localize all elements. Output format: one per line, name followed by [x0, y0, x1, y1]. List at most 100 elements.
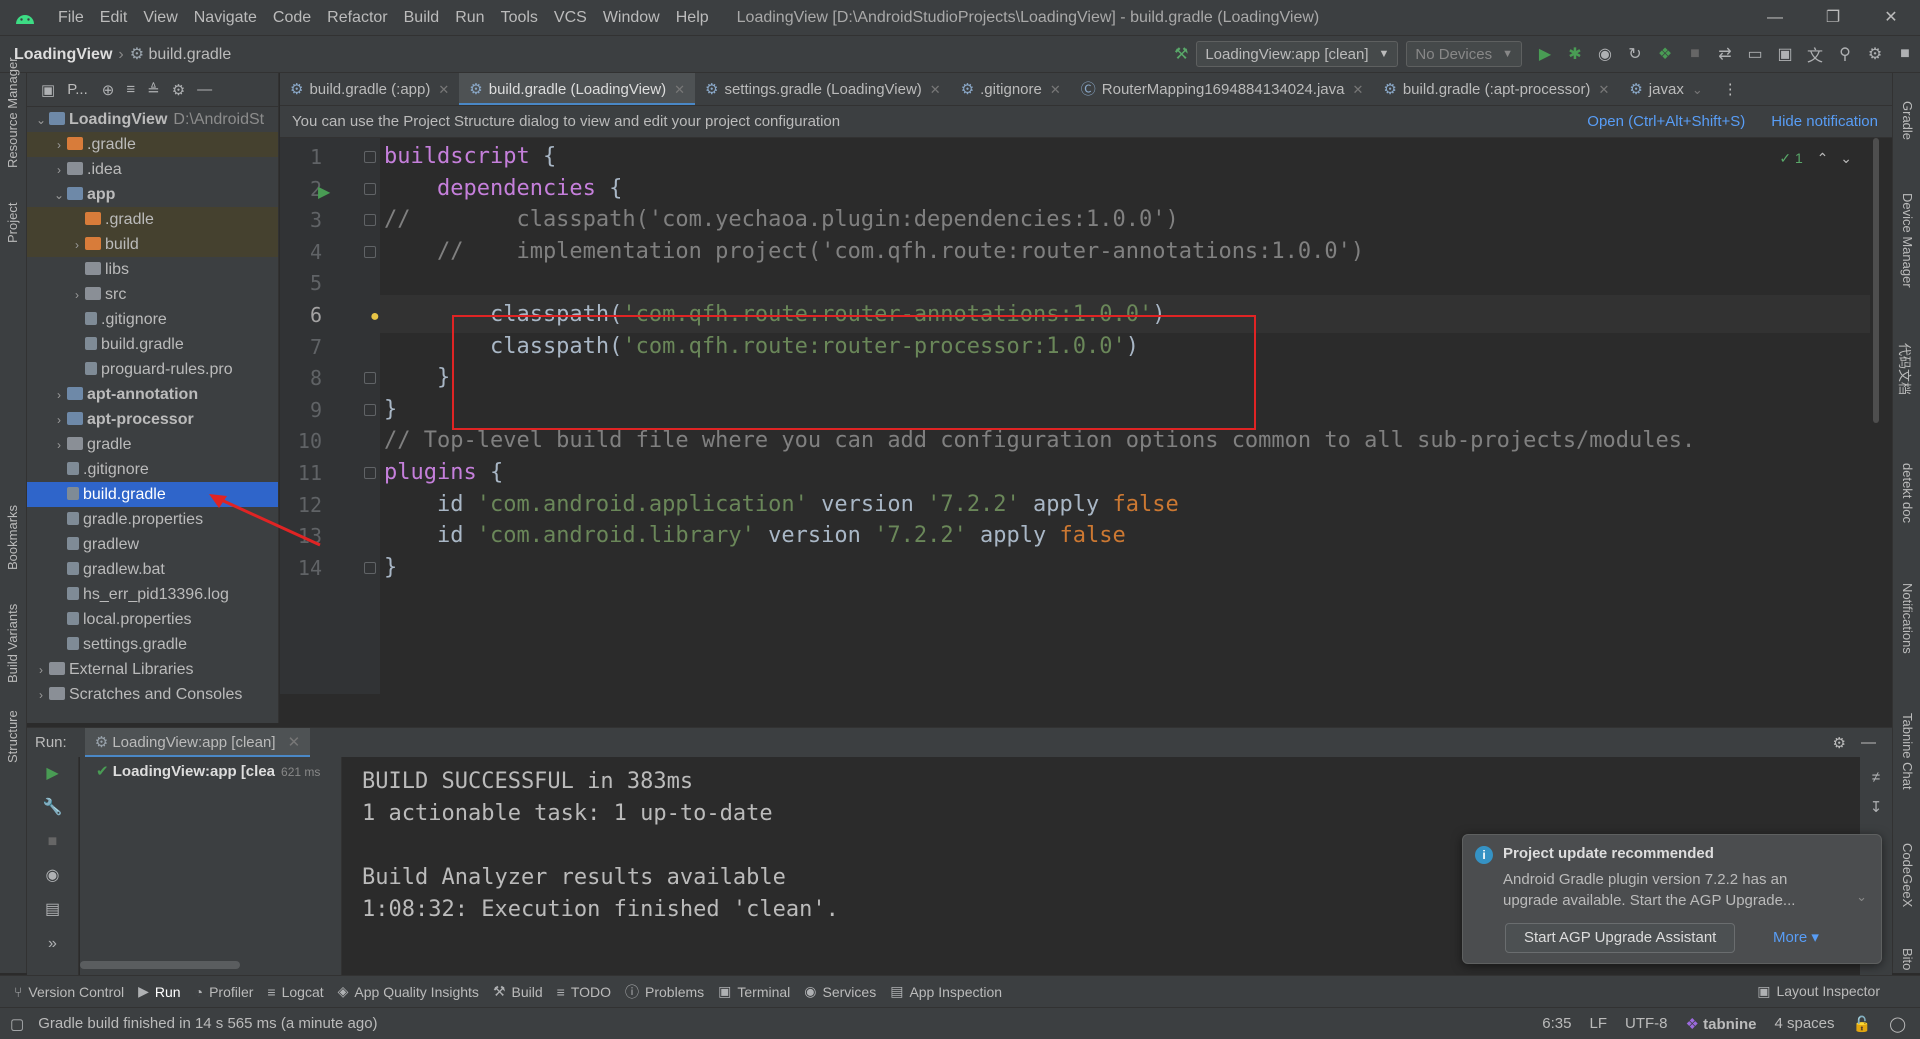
- sdk-manager-icon[interactable]: ▣: [1770, 44, 1800, 64]
- layout-icon[interactable]: ▤: [27, 893, 78, 927]
- chevron-down-icon[interactable]: ⌄: [1692, 82, 1703, 97]
- tool-todo-button[interactable]: ≡ TODO: [557, 982, 611, 1002]
- tool-build-button[interactable]: ⚒ Build: [493, 982, 543, 1002]
- tool-version-control-button[interactable]: ⑂ Version Control: [14, 982, 124, 1002]
- chevron-right-icon[interactable]: ›: [33, 658, 49, 683]
- editor-tab[interactable]: ⚙ build.gradle (:app) ✕: [280, 73, 459, 105]
- avatar[interactable]: ■: [1890, 45, 1920, 63]
- menu-navigate[interactable]: Navigate: [186, 0, 265, 35]
- run-config-select[interactable]: LoadingView:app [clean] ▼: [1196, 41, 1399, 67]
- translate-icon[interactable]: 文: [1800, 42, 1830, 66]
- chevron-right-icon[interactable]: ›: [33, 683, 49, 708]
- stripe-tabnine-chat[interactable]: Tabnine Chat: [1900, 713, 1915, 790]
- options-gear-icon[interactable]: ⚙: [172, 81, 185, 99]
- menu-tools[interactable]: Tools: [493, 0, 546, 35]
- fold-marker-icon[interactable]: [364, 403, 376, 416]
- attach-debugger-icon[interactable]: ❖: [1650, 44, 1680, 64]
- scrollbar-thumb[interactable]: [1873, 138, 1879, 423]
- hammer-icon[interactable]: ⚒: [1166, 44, 1196, 64]
- tree-item[interactable]: hs_err_pid13396.log: [27, 582, 278, 607]
- chevron-right-icon[interactable]: ›: [69, 283, 85, 308]
- hide-notification-link[interactable]: Hide notification: [1771, 113, 1878, 130]
- tree-item[interactable]: › apt-processor: [27, 407, 278, 432]
- menu-run[interactable]: Run: [447, 0, 492, 35]
- breadcrumb-project[interactable]: LoadingView: [14, 46, 112, 63]
- stripe-device-manager[interactable]: Device Manager: [1900, 193, 1915, 288]
- minimize-icon[interactable]: —: [1746, 0, 1804, 35]
- stop-run-icon[interactable]: ■: [27, 825, 78, 859]
- tree-item[interactable]: ⌄ LoadingView D:\AndroidSt: [27, 107, 278, 132]
- project-view-select[interactable]: P...: [67, 81, 88, 98]
- layout-inspector-button[interactable]: ▣ Layout Inspector: [1757, 983, 1880, 1000]
- stripe-structure[interactable]: Structure: [5, 710, 20, 763]
- run-icon[interactable]: ▶: [1530, 44, 1560, 64]
- chevron-up-icon[interactable]: ⌃: [1817, 150, 1829, 166]
- tree-item[interactable]: .gitignore: [27, 307, 278, 332]
- chevron-right-icon[interactable]: ›: [69, 233, 85, 258]
- editor-tab[interactable]: Ⓒ RouterMapping1694884134024.java ✕: [1071, 73, 1374, 105]
- stripe-code-doc[interactable]: 代码文档: [1896, 343, 1915, 395]
- tree-item[interactable]: settings.gradle: [27, 632, 278, 657]
- code-line[interactable]: classpath('com.qfh.route:router-processo…: [384, 328, 1139, 366]
- run-tab[interactable]: ⚙ LoadingView:app [clean] ✕: [84, 727, 311, 758]
- editor-scrollbar[interactable]: [1870, 138, 1882, 694]
- tree-item[interactable]: › External Libraries: [27, 657, 278, 682]
- chevron-right-icon[interactable]: ›: [51, 383, 67, 408]
- restore-icon[interactable]: ❐: [1804, 0, 1862, 35]
- line-separator[interactable]: LF: [1589, 1015, 1607, 1032]
- debug-icon[interactable]: ✱: [1560, 44, 1590, 64]
- tool-terminal-button[interactable]: ▣ Terminal: [718, 982, 790, 1002]
- stripe-resource-manager[interactable]: Resource Manager: [5, 57, 20, 168]
- close-tab-icon[interactable]: ✕: [438, 82, 449, 97]
- run-tree-item[interactable]: ✔ LoadingView:app [clea 621 ms: [80, 757, 341, 787]
- sync-gradle-icon[interactable]: ⇄: [1710, 44, 1740, 64]
- lightbulb-icon[interactable]: ●: [370, 308, 380, 326]
- fold-marker-icon[interactable]: [364, 561, 376, 574]
- status-message[interactable]: Gradle build finished in 14 s 565 ms (a …: [38, 1015, 377, 1032]
- inspection-widget[interactable]: ✓ 1 ⌃ ⌄: [1779, 150, 1852, 167]
- run-tree-scrollbar[interactable]: [80, 961, 240, 969]
- tree-item[interactable]: › .gradle: [27, 132, 278, 157]
- run-settings-icon[interactable]: ⚙: [1833, 734, 1846, 752]
- tool-app-inspection-button[interactable]: ▤ App Inspection: [890, 982, 1002, 1002]
- close-tab-icon[interactable]: ✕: [1352, 82, 1363, 97]
- code-line[interactable]: // Top-level build file where you can ad…: [384, 422, 1695, 460]
- editor-gutter[interactable]: 1 2 3 4 5 6 7 8 9 10 11 12 13 14 ▶ ●: [280, 138, 380, 694]
- eye-icon[interactable]: ◉: [27, 859, 78, 893]
- device-manager-icon[interactable]: ▭: [1740, 44, 1770, 64]
- expand-icon[interactable]: »: [27, 927, 78, 961]
- fold-marker-icon[interactable]: [364, 245, 376, 258]
- tree-item[interactable]: › .idea: [27, 157, 278, 182]
- tree-item[interactable]: gradlew.bat: [27, 557, 278, 582]
- menu-refactor[interactable]: Refactor: [319, 0, 395, 35]
- expand-all-icon[interactable]: ≡: [126, 81, 135, 98]
- menu-code[interactable]: Code: [265, 0, 319, 35]
- fold-marker-icon[interactable]: [364, 214, 376, 227]
- tool-run-button[interactable]: ▶ Run: [138, 982, 180, 1002]
- close-tab-icon[interactable]: ✕: [1598, 82, 1609, 97]
- memory-indicator-icon[interactable]: ◯: [1889, 1015, 1906, 1033]
- tool-problems-button[interactable]: ⓘ Problems: [625, 982, 704, 1002]
- tree-item[interactable]: › gradle: [27, 432, 278, 457]
- chevron-down-icon[interactable]: ⌄: [1856, 889, 1867, 905]
- tree-item[interactable]: › build: [27, 232, 278, 257]
- start-agp-upgrade-button[interactable]: Start AGP Upgrade Assistant: [1505, 923, 1736, 953]
- tree-item[interactable]: local.properties: [27, 607, 278, 632]
- close-icon[interactable]: ✕: [1862, 0, 1920, 35]
- run-gutter-icon[interactable]: ▶: [318, 182, 330, 202]
- profile-icon[interactable]: ↻: [1620, 44, 1650, 64]
- code-line[interactable]: }: [384, 549, 397, 587]
- tree-item[interactable]: ⌄ app: [27, 182, 278, 207]
- tabnine-status[interactable]: ❖ tabnine: [1686, 1015, 1757, 1033]
- editor-tab[interactable]: ⚙ build.gradle (LoadingView) ✕: [459, 73, 695, 105]
- scroll-to-end-icon[interactable]: ↧: [1860, 798, 1892, 816]
- menu-view[interactable]: View: [135, 0, 185, 35]
- stripe-bookmarks[interactable]: Bookmarks: [5, 505, 20, 570]
- chevron-right-icon[interactable]: ›: [51, 433, 67, 458]
- stop-icon[interactable]: ■: [1680, 45, 1710, 63]
- device-select[interactable]: No Devices ▼: [1406, 41, 1522, 67]
- tree-item[interactable]: .gradle: [27, 207, 278, 232]
- caret-position[interactable]: 6:35: [1542, 1015, 1571, 1032]
- menu-help[interactable]: Help: [668, 0, 717, 35]
- lock-icon[interactable]: 🔓: [1853, 1015, 1872, 1033]
